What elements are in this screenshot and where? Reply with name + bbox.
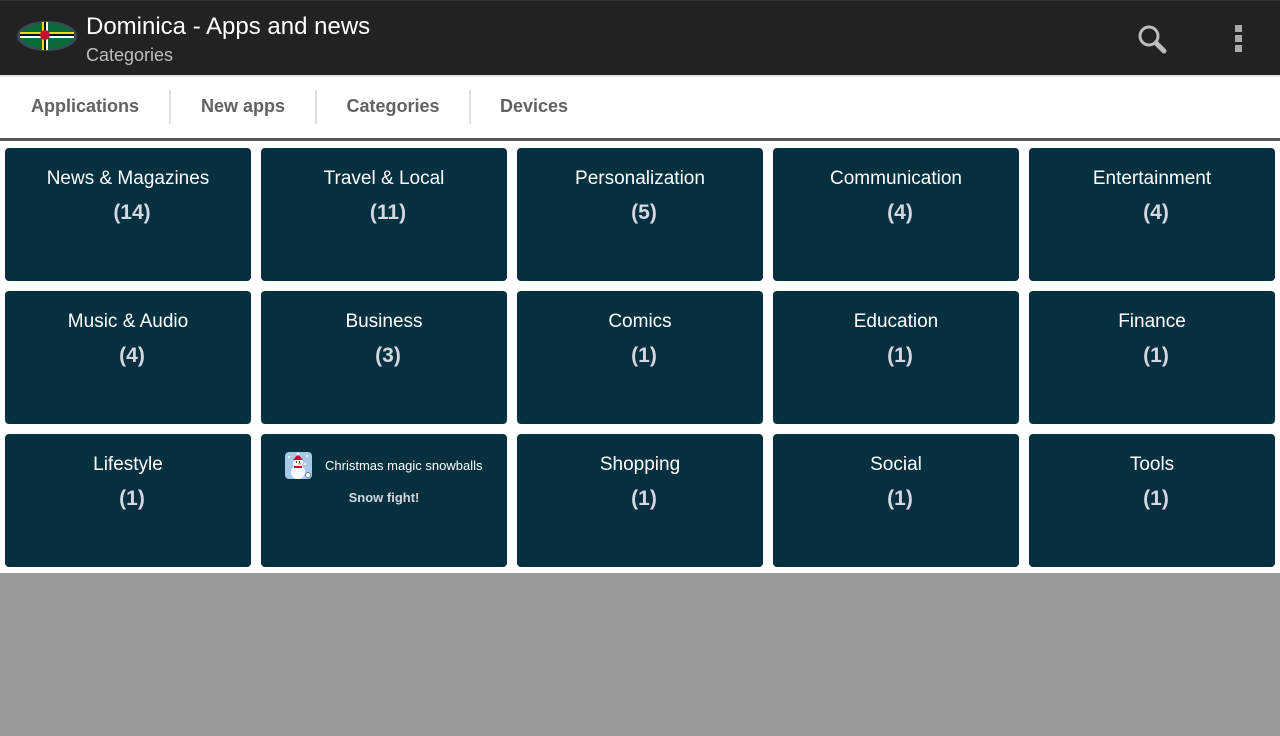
overflow-menu-button[interactable] <box>1214 15 1262 63</box>
category-count: (3) <box>375 344 401 367</box>
search-button[interactable] <box>1128 15 1176 63</box>
tab-new-apps[interactable]: New apps <box>172 75 314 138</box>
category-name: Personalization <box>575 168 705 189</box>
tab-devices[interactable]: Devices <box>472 75 596 138</box>
category-count: (1) <box>631 487 657 510</box>
category-tile-personalization[interactable]: Personalization (5) <box>517 148 763 281</box>
tab-divider <box>169 90 171 124</box>
category-tile-music-audio[interactable]: Music & Audio (4) <box>5 291 251 424</box>
category-name: Comics <box>608 311 672 332</box>
tab-divider <box>315 90 317 124</box>
screen-subtitle: Categories <box>86 45 174 65</box>
search-icon <box>1138 25 1167 54</box>
category-count: (11) <box>369 201 407 224</box>
tab-categories[interactable]: Categories <box>318 75 468 138</box>
category-tile-social[interactable]: Social (1) <box>773 434 1019 567</box>
category-count: (4) <box>1143 201 1169 224</box>
category-grid: News & Magazines (14) Travel & Local (11… <box>0 141 1280 573</box>
dominica-flag-icon[interactable] <box>16 19 78 53</box>
category-tile-entertainment[interactable]: Entertainment (4) <box>1029 148 1275 281</box>
category-name: Entertainment <box>1092 168 1212 189</box>
category-count: (1) <box>1143 344 1169 367</box>
category-name: Social <box>870 454 922 475</box>
category-tile-communication[interactable]: Communication (4) <box>773 148 1019 281</box>
category-tile-comics[interactable]: Comics (1) <box>517 291 763 424</box>
category-count: (4) <box>887 201 913 224</box>
category-name: Communication <box>830 168 962 189</box>
category-tile-lifestyle[interactable]: Lifestyle (1) <box>5 434 251 567</box>
more-vert-icon <box>1235 25 1242 52</box>
tab-applications[interactable]: Applications <box>14 75 156 138</box>
category-tile-news-magazines[interactable]: News & Magazines (14) <box>5 148 251 281</box>
category-name: Education <box>853 311 939 332</box>
promo-app-description: Snow fight! <box>348 490 420 505</box>
category-name: News & Magazines <box>46 168 210 189</box>
tab-bar: Applications New apps Categories Devices <box>0 75 1280 141</box>
category-count: (1) <box>119 487 145 510</box>
app-title: Dominica - Apps and news <box>86 13 371 40</box>
category-count: (1) <box>1143 487 1169 510</box>
category-name: Music & Audio <box>67 311 189 332</box>
category-count: (1) <box>887 344 913 367</box>
promo-app-tile[interactable]: Christmas magic snowballs Snow fight! <box>261 434 507 567</box>
category-count: (1) <box>631 344 657 367</box>
category-name: Tools <box>1129 454 1175 475</box>
category-name: Travel & Local <box>323 168 445 189</box>
promo-app-name: Christmas magic snowballs <box>325 458 483 473</box>
action-bar: Dominica - Apps and news Categories <box>0 0 1280 75</box>
snowman-app-icon <box>285 452 312 479</box>
category-name: Finance <box>1118 311 1186 332</box>
category-tile-finance[interactable]: Finance (1) <box>1029 291 1275 424</box>
category-tile-business[interactable]: Business (3) <box>261 291 507 424</box>
category-tile-travel-local[interactable]: Travel & Local (11) <box>261 148 507 281</box>
empty-area <box>0 573 1280 736</box>
category-name: Shopping <box>599 454 681 475</box>
category-count: (5) <box>631 201 657 224</box>
category-count: (14) <box>113 201 151 224</box>
category-name: Lifestyle <box>93 454 163 475</box>
category-count: (1) <box>887 487 913 510</box>
category-count: (4) <box>119 344 145 367</box>
category-tile-shopping[interactable]: Shopping (1) <box>517 434 763 567</box>
category-tile-education[interactable]: Education (1) <box>773 291 1019 424</box>
category-name: Business <box>345 311 423 332</box>
category-tile-tools[interactable]: Tools (1) <box>1029 434 1275 567</box>
tab-divider <box>469 90 471 124</box>
